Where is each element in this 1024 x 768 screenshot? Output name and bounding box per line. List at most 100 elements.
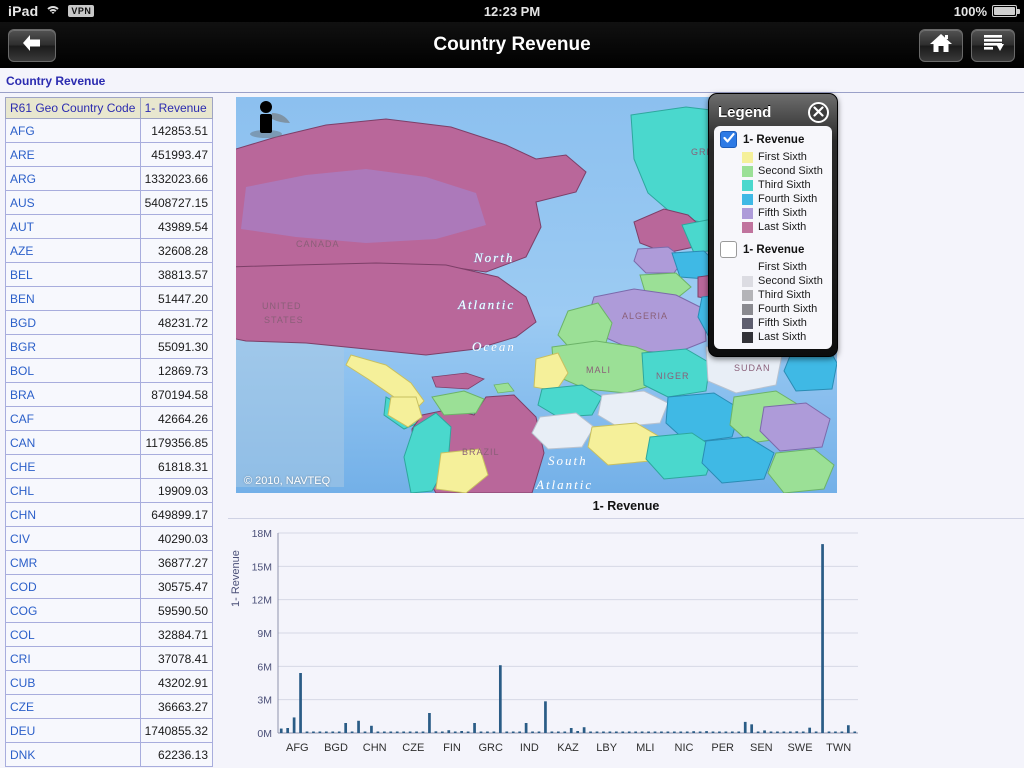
legend-checkbox-unchecked[interactable] bbox=[720, 241, 737, 258]
chart-bar[interactable] bbox=[512, 732, 515, 734]
chart-bar[interactable] bbox=[467, 732, 470, 734]
table-row[interactable]: COL32884.71 bbox=[6, 623, 213, 647]
cell-country-code[interactable]: COG bbox=[6, 599, 141, 623]
column-header-country-code[interactable]: R61 Geo Country Code bbox=[6, 98, 141, 119]
table-row[interactable]: BOL12869.73 bbox=[6, 359, 213, 383]
table-row[interactable]: AZE32608.28 bbox=[6, 239, 213, 263]
table-row[interactable]: BGR55091.30 bbox=[6, 335, 213, 359]
chart-bar[interactable] bbox=[544, 701, 547, 733]
table-row[interactable]: CAN1179356.85 bbox=[6, 431, 213, 455]
chart-bar[interactable] bbox=[460, 731, 463, 733]
chart-bar[interactable] bbox=[299, 673, 302, 733]
table-row[interactable]: AUS5408727.15 bbox=[6, 191, 213, 215]
chart-bar[interactable] bbox=[370, 726, 373, 733]
revenue-data-table-container[interactable]: R61 Geo Country Code 1- Revenue AFG14285… bbox=[5, 97, 213, 767]
cell-country-code[interactable]: AZE bbox=[6, 239, 141, 263]
chart-bar[interactable] bbox=[357, 721, 360, 733]
legend-group-header[interactable]: 1- Revenue bbox=[720, 131, 826, 148]
chart-bar[interactable] bbox=[725, 732, 728, 734]
chart-bar[interactable] bbox=[776, 732, 779, 734]
cell-country-code[interactable]: AFG bbox=[6, 119, 141, 143]
chart-bar[interactable] bbox=[815, 732, 818, 734]
table-row[interactable]: CMR36877.27 bbox=[6, 551, 213, 575]
chart-bar[interactable] bbox=[770, 732, 773, 734]
chart-bar[interactable] bbox=[576, 731, 579, 733]
cell-country-code[interactable]: ARE bbox=[6, 143, 141, 167]
cell-country-code[interactable]: BGD bbox=[6, 311, 141, 335]
cell-country-code[interactable]: CHE bbox=[6, 455, 141, 479]
chart-bar[interactable] bbox=[525, 723, 528, 733]
chart-bar[interactable] bbox=[828, 732, 831, 734]
legend-item[interactable]: Second Sixth bbox=[742, 164, 826, 178]
chart-bar[interactable] bbox=[589, 732, 592, 734]
chart-bar[interactable] bbox=[692, 731, 695, 733]
cell-country-code[interactable]: CHN bbox=[6, 503, 141, 527]
chart-bar[interactable] bbox=[428, 713, 431, 733]
chart-bar[interactable] bbox=[441, 732, 444, 734]
table-row[interactable]: CHN649899.17 bbox=[6, 503, 213, 527]
chart-plot-area[interactable]: 1- Revenue 0M3M6M9M12M15M18MAFGBGDCHNCZE… bbox=[228, 519, 1024, 768]
chart-bar[interactable] bbox=[319, 732, 322, 734]
cell-country-code[interactable]: BEL bbox=[6, 263, 141, 287]
legend-item[interactable]: First Sixth bbox=[742, 150, 826, 164]
chart-bar[interactable] bbox=[570, 728, 573, 733]
chart-bar[interactable] bbox=[344, 723, 347, 733]
chart-bar[interactable] bbox=[679, 732, 682, 734]
cell-country-code[interactable]: BRA bbox=[6, 383, 141, 407]
chart-bar[interactable] bbox=[402, 732, 405, 734]
legend-item[interactable]: Last Sixth bbox=[742, 330, 826, 344]
chart-bar[interactable] bbox=[306, 732, 309, 734]
chart-bar[interactable] bbox=[750, 724, 753, 733]
table-row[interactable]: AUT43989.54 bbox=[6, 215, 213, 239]
chart-bar[interactable] bbox=[634, 732, 637, 734]
cell-country-code[interactable]: BEN bbox=[6, 287, 141, 311]
chart-bar[interactable] bbox=[718, 732, 721, 734]
chart-bar[interactable] bbox=[802, 732, 805, 734]
chart-bar[interactable] bbox=[737, 732, 740, 734]
chart-bar[interactable] bbox=[628, 732, 631, 734]
cell-country-code[interactable]: CIV bbox=[6, 527, 141, 551]
table-row[interactable]: COD30575.47 bbox=[6, 575, 213, 599]
cell-country-code[interactable]: COL bbox=[6, 623, 141, 647]
table-row[interactable]: BEL38813.57 bbox=[6, 263, 213, 287]
chart-bar[interactable] bbox=[338, 732, 341, 734]
chart-bar[interactable] bbox=[583, 727, 586, 733]
legend-group-header-2[interactable]: 1- Revenue bbox=[720, 241, 826, 258]
chart-bar[interactable] bbox=[551, 732, 554, 734]
legend-item[interactable]: Fourth Sixth bbox=[742, 302, 826, 316]
table-row[interactable]: CZE36663.27 bbox=[6, 695, 213, 719]
table-row[interactable]: BEN51447.20 bbox=[6, 287, 213, 311]
chart-bar[interactable] bbox=[609, 732, 612, 734]
chart-svg[interactable]: 0M3M6M9M12M15M18MAFGBGDCHNCZEFINGRCINDKA… bbox=[238, 527, 1018, 763]
column-header-revenue[interactable]: 1- Revenue bbox=[140, 98, 212, 119]
chart-bar[interactable] bbox=[763, 730, 766, 733]
table-row[interactable]: CHE61818.31 bbox=[6, 455, 213, 479]
table-row[interactable]: BGD48231.72 bbox=[6, 311, 213, 335]
table-row[interactable]: DNK62236.13 bbox=[6, 743, 213, 767]
chart-bar[interactable] bbox=[505, 732, 508, 734]
legend-item[interactable]: Last Sixth bbox=[742, 220, 826, 234]
chart-bar[interactable] bbox=[422, 732, 425, 734]
table-row[interactable]: BRA870194.58 bbox=[6, 383, 213, 407]
chart-bar[interactable] bbox=[486, 732, 489, 734]
chart-bar[interactable] bbox=[654, 732, 657, 734]
chart-bar[interactable] bbox=[293, 717, 296, 733]
cell-country-code[interactable]: AUT bbox=[6, 215, 141, 239]
chart-bar[interactable] bbox=[757, 732, 760, 734]
chart-bar[interactable] bbox=[834, 732, 837, 734]
chart-bar[interactable] bbox=[783, 732, 786, 734]
table-row[interactable]: CIV40290.03 bbox=[6, 527, 213, 551]
legend-item[interactable]: Fifth Sixth bbox=[742, 316, 826, 330]
chart-bar[interactable] bbox=[712, 732, 715, 734]
table-row[interactable]: CHL19909.03 bbox=[6, 479, 213, 503]
chart-bar[interactable] bbox=[377, 732, 380, 734]
cell-country-code[interactable]: BGR bbox=[6, 335, 141, 359]
cell-country-code[interactable]: DEU bbox=[6, 719, 141, 743]
cell-country-code[interactable]: BOL bbox=[6, 359, 141, 383]
chart-bar[interactable] bbox=[641, 732, 644, 734]
table-row[interactable]: DEU1740855.32 bbox=[6, 719, 213, 743]
revenue-bar-chart-panel[interactable]: 1- Revenue 1- Revenue 0M3M6M9M12M15M18MA… bbox=[228, 497, 1024, 768]
chart-bar[interactable] bbox=[493, 732, 496, 734]
chart-bar[interactable] bbox=[853, 732, 856, 734]
chart-bar[interactable] bbox=[705, 731, 708, 733]
